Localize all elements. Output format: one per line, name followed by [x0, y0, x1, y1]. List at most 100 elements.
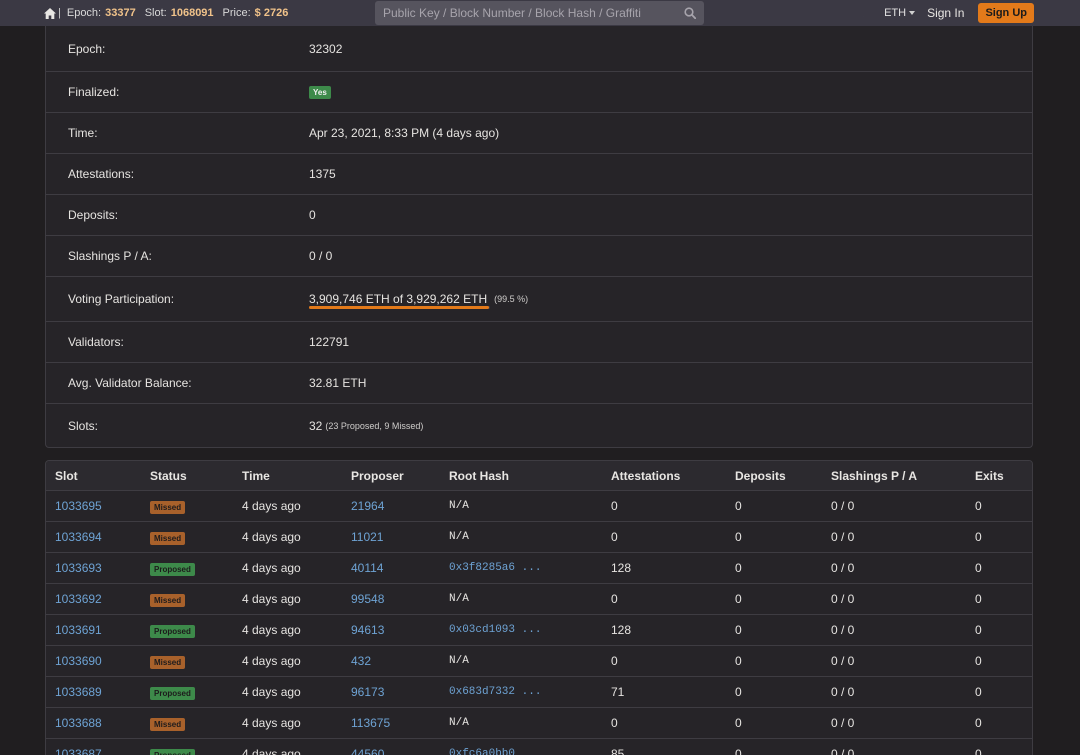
deposits-cell: 0: [735, 654, 742, 668]
time-value: Apr 23, 2021, 8:33 PM (4 days ago): [309, 126, 500, 140]
time-cell: 4 days ago: [242, 530, 301, 544]
root-hash-link[interactable]: 0x683d7332 ...: [449, 686, 541, 698]
proposer-link[interactable]: 432: [351, 654, 371, 668]
header-status[interactable]: Status: [150, 469, 187, 483]
chevron-down-icon: [909, 11, 916, 15]
slots-value-wrap: 32 (23 Proposed, 9 Missed): [309, 419, 423, 433]
header-slot[interactable]: Slot: [55, 469, 78, 483]
root-hash-cell: N/A: [449, 655, 469, 667]
voting-value: 3,909,746 ETH of 3,929,262 ETH: [309, 292, 488, 306]
voting-participation-row: Voting Participation: 3,909,746 ETH of 3…: [46, 277, 1032, 322]
status-badge: Proposed: [150, 749, 195, 755]
slashings-key: Slashings P / A:: [68, 249, 152, 263]
proposer-link[interactable]: 44560: [351, 747, 384, 755]
slot-link[interactable]: 1033690: [55, 654, 102, 668]
root-hash-link[interactable]: 0x3f8285a6 ...: [449, 562, 541, 574]
header-proposer[interactable]: Proposer: [351, 469, 404, 483]
time-row: Time: Apr 23, 2021, 8:33 PM (4 days ago): [46, 113, 1032, 154]
deposits-cell: 0: [735, 592, 742, 606]
slashings-cell: 0 / 0: [831, 561, 855, 575]
slashings-cell: 0 / 0: [831, 716, 855, 730]
moon-icon: [861, 6, 868, 17]
slot-link[interactable]: 1033693: [55, 561, 102, 575]
slot-label: Slot:: [144, 7, 167, 19]
proposer-link[interactable]: 21964: [351, 499, 384, 513]
status-badge: Missed: [150, 656, 186, 669]
attestations-value: 1375: [309, 167, 336, 181]
slot-link[interactable]: 1033694: [55, 530, 102, 544]
slashings-cell: 0 / 0: [831, 654, 855, 668]
voting-key: Voting Participation:: [68, 292, 175, 306]
exits-cell: 0: [975, 592, 982, 606]
time-cell: 4 days ago: [242, 654, 301, 668]
root-hash-link[interactable]: 0x03cd1093 ...: [449, 624, 541, 636]
slot-link[interactable]: 1033692: [55, 592, 102, 606]
deposits-cell: 0: [735, 499, 742, 513]
proposer-link[interactable]: 99548: [351, 592, 384, 606]
header-slashings[interactable]: Slashings P / A: [831, 469, 917, 483]
deposits-cell: 0: [735, 623, 742, 637]
voting-value-wrap: 3,909,746 ETH of 3,929,262 ETH (99.5 %): [309, 292, 528, 306]
status-badge: Missed: [150, 718, 186, 731]
table-row: 1033691 Proposed 4 days ago 94613 0x03cd1093…: [46, 615, 1032, 646]
avg-balance-key: Avg. Validator Balance:: [68, 376, 192, 390]
time-cell: 4 days ago: [242, 747, 301, 755]
home-link[interactable]: [44, 7, 56, 19]
attestations-cell: 71: [611, 685, 625, 699]
time-cell: 4 days ago: [242, 499, 301, 513]
slot-link[interactable]: 1033688: [55, 716, 102, 730]
exits-cell: 0: [975, 623, 982, 637]
voting-progress-bar: [309, 306, 490, 309]
theme-toggle[interactable]: [860, 6, 870, 21]
proposer-link[interactable]: 94613: [351, 623, 384, 637]
slots-key: Slots:: [68, 418, 99, 433]
epoch-row: Epoch: 32302: [46, 26, 1032, 72]
slot-link[interactable]: 1033691: [55, 623, 102, 637]
slashings-cell: 0 / 0: [831, 685, 855, 699]
search-icon[interactable]: [684, 7, 696, 19]
slot-link[interactable]: 1033689: [55, 685, 102, 699]
epoch-value[interactable]: 33377: [105, 7, 136, 19]
attestations-cell: 0: [611, 592, 618, 606]
root-hash-cell: N/A: [449, 500, 469, 512]
voting-percent: (99.5 %): [494, 294, 529, 304]
time-key: Time:: [68, 126, 98, 140]
slot-link[interactable]: 1033695: [55, 499, 102, 513]
finalized-row: Finalized: Yes: [46, 72, 1032, 113]
attestations-cell: 0: [611, 654, 618, 668]
time-cell: 4 days ago: [242, 685, 301, 699]
sign-in-link[interactable]: Sign In: [927, 6, 964, 20]
slashings-cell: 0 / 0: [831, 592, 855, 606]
header-deposits[interactable]: Deposits: [735, 469, 786, 483]
epoch-key: Epoch:: [68, 41, 106, 56]
header-root-hash[interactable]: Root Hash: [449, 469, 509, 483]
table-row: 1033692 Missed 4 days ago 99548 N/A 0 0 0 / 0 0: [46, 584, 1032, 615]
proposer-link[interactable]: 11021: [351, 530, 383, 544]
attestations-cell: 128: [611, 561, 632, 575]
header-time[interactable]: Time: [242, 469, 270, 483]
attestations-cell: 0: [611, 716, 618, 730]
table-row: 1033687 Proposed 4 days ago 44560 0xfc6a0bb0…: [46, 739, 1032, 755]
slot-value[interactable]: 1068091: [171, 7, 214, 19]
proposer-link[interactable]: 96173: [351, 685, 384, 699]
sign-up-button[interactable]: Sign Up: [978, 3, 1034, 23]
exits-cell: 0: [975, 530, 982, 544]
slashings-row: Slashings P / A: 0 / 0: [46, 236, 1032, 277]
finalized-badge: Yes: [309, 85, 331, 99]
search-input[interactable]: [383, 6, 684, 20]
deposits-value: 0: [309, 208, 316, 222]
currency-dropdown[interactable]: ETH: [884, 7, 916, 19]
slot-link[interactable]: 1033687: [55, 747, 102, 755]
table-row: 1033690 Missed 4 days ago 432 N/A 0 0 0 / 0 0: [46, 646, 1032, 677]
navbar-right: ETH Sign In Sign Up: [860, 0, 1034, 26]
slashings-cell: 0 / 0: [831, 530, 855, 544]
attestations-cell: 0: [611, 499, 618, 513]
attestations-row: Attestations: 1375: [46, 154, 1032, 195]
proposer-link[interactable]: 40114: [351, 561, 383, 575]
proposer-link[interactable]: 113675: [351, 716, 390, 730]
status-badge: Missed: [150, 501, 186, 514]
header-attestations[interactable]: Attestations: [611, 469, 680, 483]
header-exits[interactable]: Exits: [975, 469, 1004, 483]
root-hash-link[interactable]: 0xfc6a0bb0: [449, 748, 515, 755]
search-box[interactable]: [375, 1, 704, 25]
